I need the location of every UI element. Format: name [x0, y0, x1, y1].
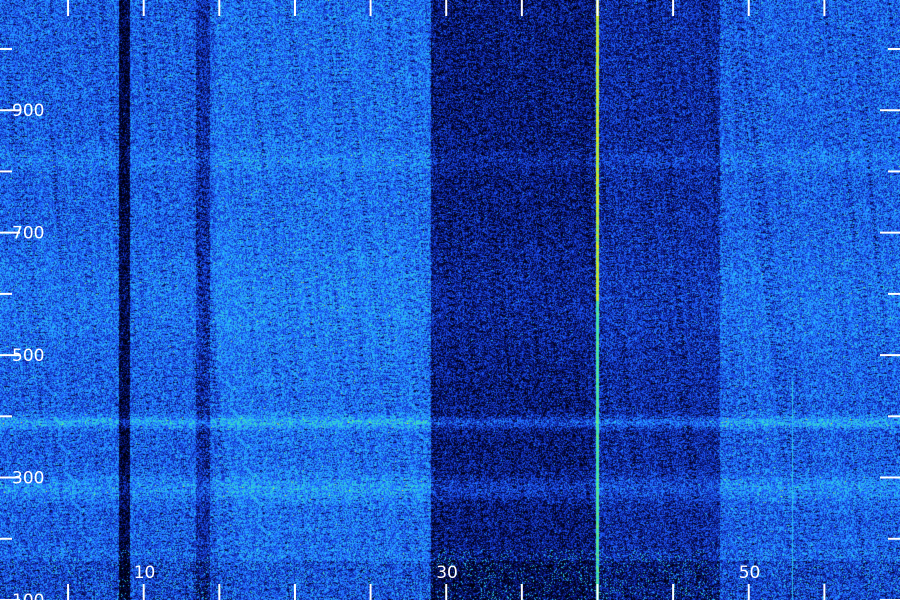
x-tick-label: 50: [739, 563, 761, 583]
x-tick-label: 30: [436, 563, 458, 583]
y-tick-label: 700: [12, 224, 44, 244]
x-ticks-top: [67, 0, 826, 16]
y-tick-label: 300: [12, 469, 44, 489]
y-tick-label: 500: [12, 346, 44, 366]
y-tick-label: 900: [12, 101, 44, 121]
x-tick-label: 10: [134, 563, 156, 583]
y-ticks-right: [880, 47, 900, 600]
y-ticks-left: [0, 47, 20, 600]
tick-labels: 10 30 50 900 700 500 300 100: [12, 101, 760, 600]
x-ticks-bottom: [67, 584, 826, 600]
y-tick-label: 100: [12, 591, 44, 600]
axis-overlay: 10 30 50 900 700 500 300 100: [0, 0, 900, 600]
